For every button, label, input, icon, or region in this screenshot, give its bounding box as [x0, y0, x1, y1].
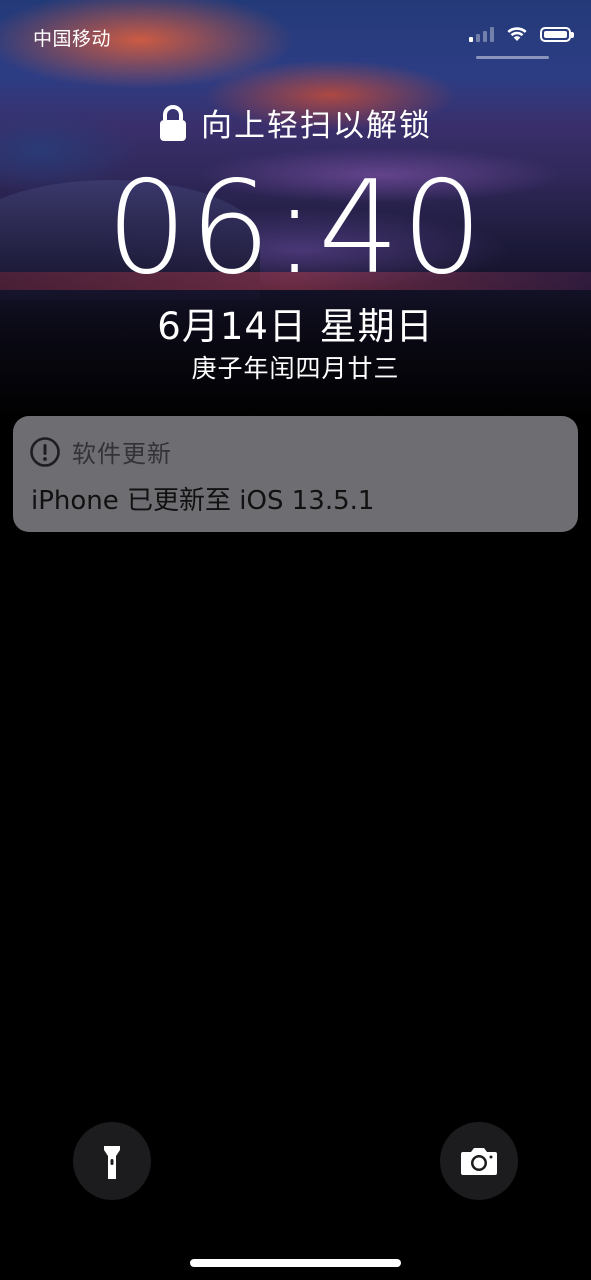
lock-icon [160, 104, 186, 141]
unlock-hint-text: 向上轻扫以解锁 [201, 108, 432, 144]
carrier-label: 中国移动 [33, 28, 112, 50]
unlock-hint: 向上轻扫以解锁 [0, 100, 591, 145]
flashlight-icon [104, 1143, 120, 1179]
lock-screen-time: 06:40 [106, 154, 485, 303]
cellular-signal-icon [469, 26, 494, 42]
camera-button[interactable] [440, 1122, 518, 1200]
battery-fill [544, 30, 567, 38]
lock-screen-date: 6月14日 星期日 [157, 305, 434, 348]
battery-icon [540, 26, 574, 42]
lunar-date: 庚子年闰四月廿三 [191, 354, 400, 383]
flashlight-button[interactable] [73, 1122, 151, 1200]
notification-card[interactable]: 软件更新 iPhone 已更新至 iOS 13.5.1 [13, 416, 578, 532]
wifi-icon [507, 27, 527, 41]
notification-app-name: 软件更新 [72, 440, 172, 468]
notification-header: 软件更新 [29, 434, 172, 469]
status-icons [469, 26, 574, 42]
home-indicator[interactable] [190, 1259, 401, 1267]
control-center-indicator[interactable] [476, 56, 549, 59]
lock-screen[interactable]: 中国移动 向上轻扫以解锁 06:40 6月14日 星期日 庚子年闰四月廿三 软件… [0, 0, 591, 1280]
camera-icon [461, 1148, 497, 1175]
notification-message: iPhone 已更新至 iOS 13.5.1 [31, 486, 375, 516]
exclamation-circle-icon [30, 436, 60, 467]
